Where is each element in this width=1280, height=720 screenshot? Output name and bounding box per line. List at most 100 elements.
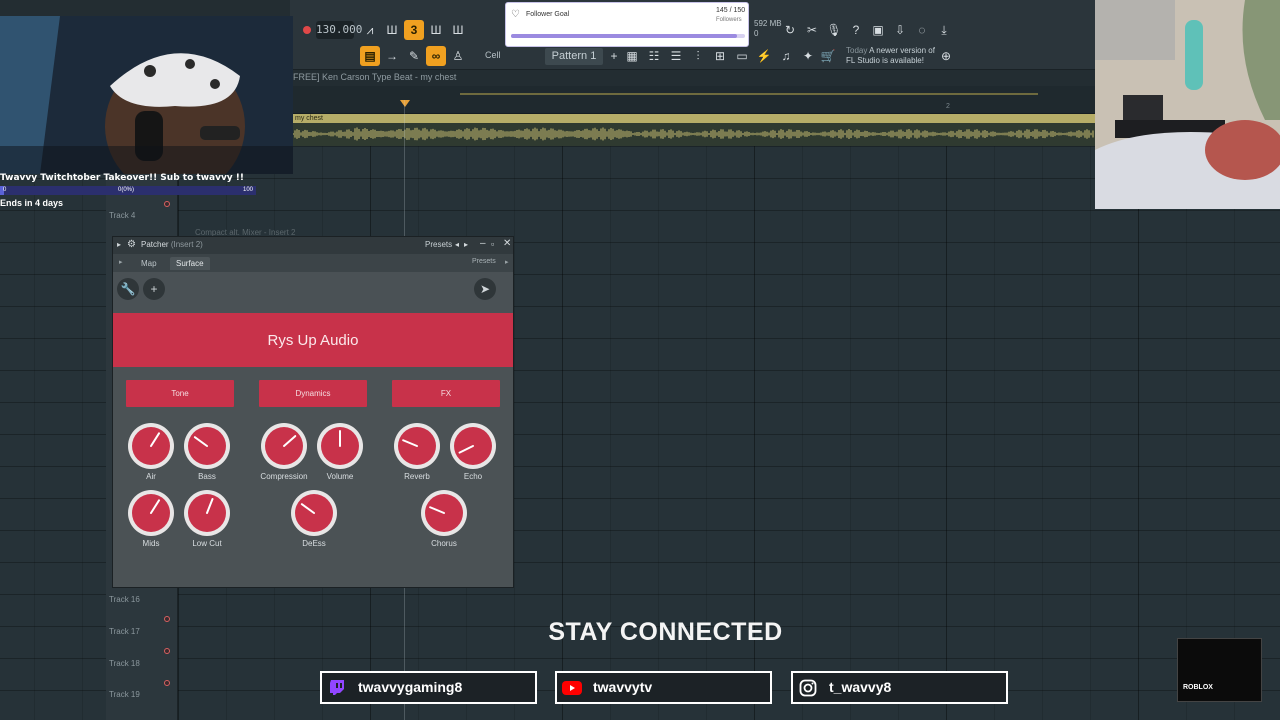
fx-section-button[interactable]: FX (392, 380, 500, 407)
twitch-icon (322, 673, 351, 702)
playlist-timeline[interactable] (293, 86, 1095, 114)
track-label[interactable]: Track 16 (109, 595, 140, 604)
song-position-marker[interactable] (400, 100, 410, 107)
pencil-icon[interactable]: ✎ (404, 46, 424, 66)
render-icon[interactable]: ⇩ (890, 20, 910, 40)
snap-select[interactable]: Cell (485, 50, 501, 60)
echo-knob[interactable]: Echo (449, 422, 497, 481)
tone-section-button[interactable]: Tone (126, 380, 234, 407)
deess-knob[interactable]: DeEss (290, 489, 338, 548)
browser-icon[interactable]: ▭ (732, 46, 752, 66)
presets-menu[interactable]: Presets (425, 240, 452, 249)
undo-icon[interactable]: ↻ (780, 20, 800, 40)
tempo-display[interactable]: 130.000 (316, 21, 362, 39)
track-label[interactable]: Track 4 (109, 211, 135, 220)
dj-icon[interactable]: ✦ (798, 46, 818, 66)
cut-icon[interactable]: ✂ (802, 20, 822, 40)
channel-rack-icon[interactable]: ☰ (666, 46, 686, 66)
plugin-picker-icon[interactable]: ⊞ (710, 46, 730, 66)
news-panel[interactable]: Today A newer version of FL Studio is av… (846, 46, 946, 66)
close-icon[interactable]: ✕ (503, 238, 511, 249)
track-mute-led[interactable] (164, 648, 170, 654)
record-button[interactable] (303, 26, 311, 34)
preset-next-icon[interactable]: ▸ (464, 240, 468, 249)
chat-icon[interactable]: ◌ (912, 20, 932, 40)
minimize-icon[interactable]: – (480, 238, 486, 249)
compression-knob[interactable]: Compression (260, 422, 308, 481)
track-label[interactable]: Track 19 (109, 690, 140, 699)
blend-notes-icon[interactable]: Ш (426, 20, 446, 40)
stamp-icon[interactable]: ♙ (448, 46, 468, 66)
preset-prev-icon[interactable]: ◂ (455, 240, 459, 249)
wrench-icon[interactable]: 🔧 (117, 278, 139, 300)
low-cut-knob[interactable]: Low Cut (183, 489, 231, 548)
help-icon[interactable]: ? (846, 20, 866, 40)
add-pattern-icon[interactable]: + (604, 46, 624, 66)
cart-icon[interactable]: 🛒 (818, 46, 838, 66)
surface-presets-arrow-icon[interactable]: ▸ (505, 258, 509, 266)
low-cut-knob-dial[interactable] (183, 489, 231, 537)
memory-sub: 0 (754, 29, 759, 38)
loop-record-icon[interactable]: Ш (448, 20, 468, 40)
mids-knob-dial[interactable] (127, 489, 175, 537)
knob-label: DeEss (302, 539, 326, 548)
save-icon[interactable]: ▣ (868, 20, 888, 40)
unlock-icon[interactable]: ➤ (474, 278, 496, 300)
mids-knob[interactable]: Mids (127, 489, 175, 548)
deess-knob-dial[interactable] (290, 489, 338, 537)
waveform-path (293, 127, 1094, 141)
tabs-arrow-icon[interactable]: ▸ (119, 258, 123, 266)
audio-waveform (293, 127, 1094, 141)
instagram-handle: t_wavvy8 (829, 679, 892, 695)
compression-knob-dial[interactable] (260, 422, 308, 470)
reverb-knob-dial[interactable] (393, 422, 441, 470)
arrow-right-icon[interactable]: → (382, 46, 402, 66)
microphone-icon[interactable]: 🎙 (824, 20, 844, 40)
instagram-icon (793, 673, 822, 702)
bass-knob[interactable]: Bass (183, 422, 231, 481)
audio-clip-header[interactable] (293, 114, 1095, 123)
echo-knob-dial[interactable] (449, 422, 497, 470)
pattern-song-icon[interactable]: ▤ (360, 46, 380, 66)
sub-goal-min: 0 (3, 187, 7, 193)
pattern-selector[interactable]: Pattern 1 (545, 48, 603, 65)
bass-knob-dial[interactable] (183, 422, 231, 470)
knob-label: Compression (260, 472, 308, 481)
volume-knob[interactable]: Volume (316, 422, 364, 481)
air-knob-dial[interactable] (127, 422, 175, 470)
youtube-icon (557, 673, 586, 702)
playlist-title: FREE] Ken Carson Type Beat - my chest (293, 72, 457, 82)
reverb-knob[interactable]: Reverb (393, 422, 441, 481)
surface-presets-menu[interactable]: Presets (472, 258, 496, 265)
add-control-icon[interactable]: + (143, 278, 165, 300)
track-label[interactable]: Track 18 (109, 659, 140, 668)
countdown-icon[interactable]: 3 (404, 20, 424, 40)
download-icon[interactable]: ⤓ (934, 20, 954, 40)
link-icon[interactable]: ∞ (426, 46, 446, 66)
collapse-arrow-icon[interactable]: ▸ (117, 240, 121, 249)
sub-goal-max: 100 (243, 187, 254, 193)
playlist-icon[interactable]: ▦ (622, 46, 642, 66)
piano-roll-icon[interactable]: ☷ (644, 46, 664, 66)
globe-icon[interactable]: ⊕ (936, 46, 956, 66)
chorus-knob[interactable]: Chorus (420, 489, 468, 548)
tempo-tap-icon[interactable]: ♫ (776, 46, 796, 66)
maximize-icon[interactable]: ▫ (491, 239, 494, 249)
tab-map[interactable]: Map (135, 257, 163, 270)
volume-knob-dial[interactable] (316, 422, 364, 470)
tab-surface[interactable]: Surface (170, 257, 210, 270)
track-mute-led[interactable] (164, 680, 170, 686)
loop-region[interactable] (460, 93, 1038, 95)
air-knob[interactable]: Air (127, 422, 175, 481)
plug-icon[interactable]: ⚡ (754, 46, 774, 66)
dynamics-section-button[interactable]: Dynamics (259, 380, 367, 407)
metronome-icon[interactable]: ⩘ (360, 20, 380, 40)
mixer-icon[interactable]: ⫶ (688, 46, 708, 66)
track-mute-led[interactable] (164, 201, 170, 207)
heart-icon: ♡ (511, 9, 520, 20)
chorus-knob-dial[interactable] (420, 489, 468, 537)
news-date: Today (846, 46, 868, 55)
patcher-tabs: ▸ Map Surface Presets ▸ (113, 254, 513, 272)
gear-icon[interactable]: ⚙ (127, 239, 136, 250)
wait-input-icon[interactable]: Ш (382, 20, 402, 40)
